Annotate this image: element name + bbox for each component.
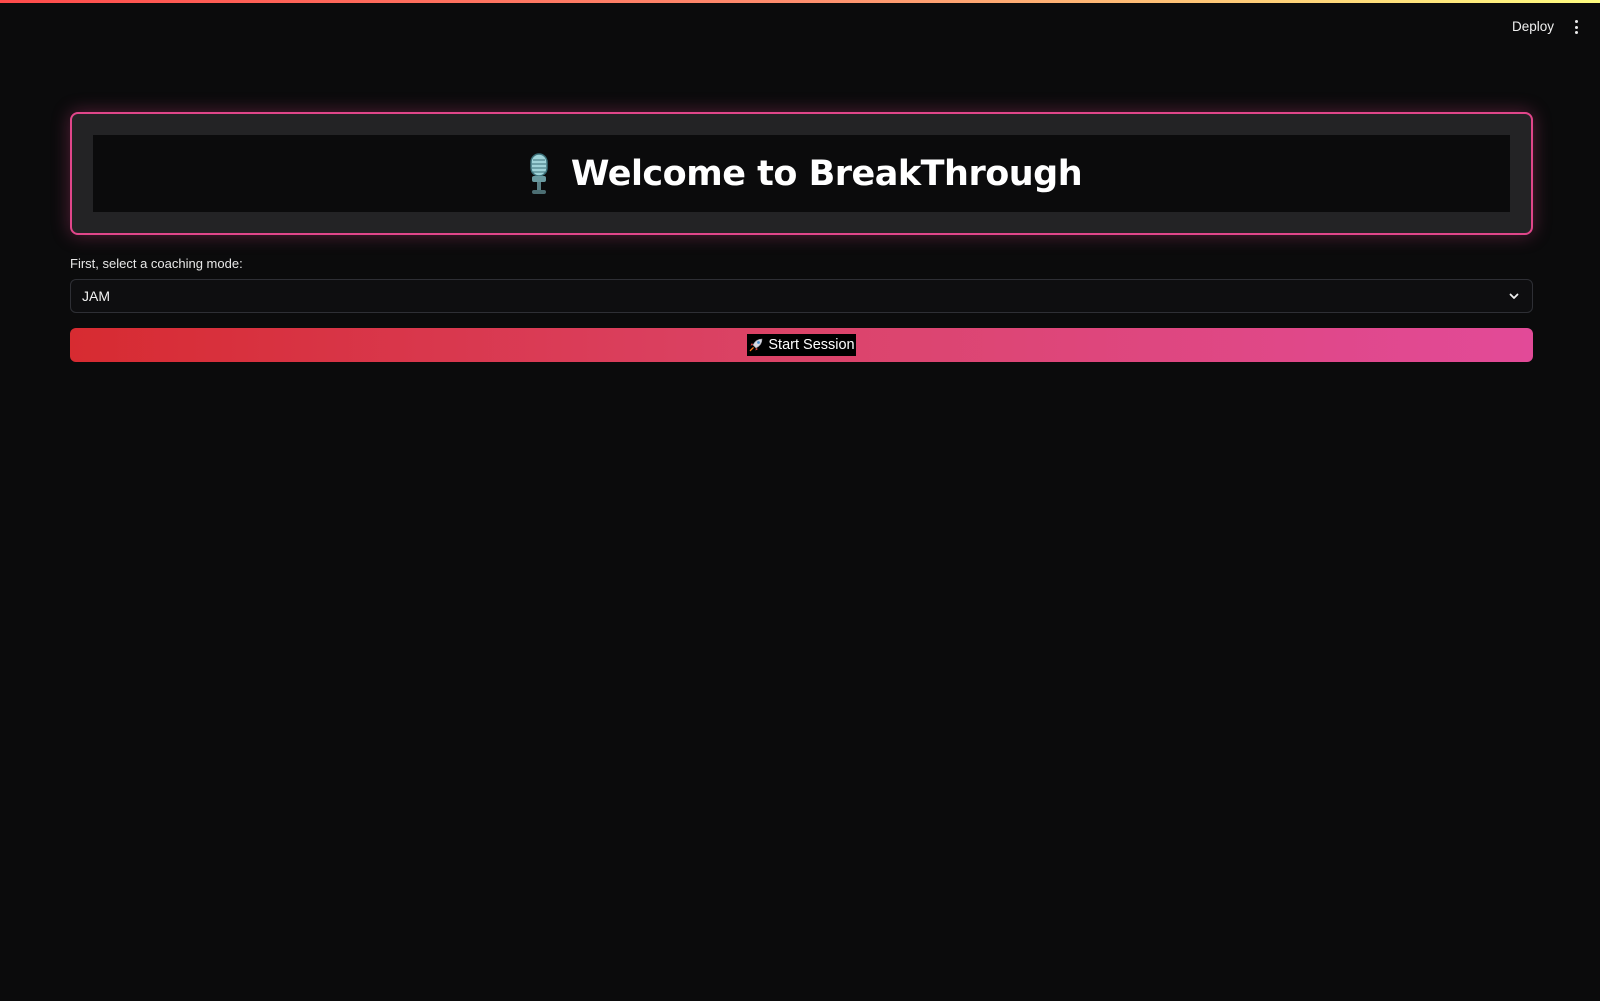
- start-session-button[interactable]: Start Session: [70, 328, 1533, 362]
- app-header: Deploy: [0, 0, 1600, 52]
- welcome-title: Welcome to BreakThrough: [570, 153, 1083, 194]
- coaching-mode-select[interactable]: JAM: [70, 279, 1533, 313]
- vertical-ellipsis-icon[interactable]: [1570, 16, 1582, 38]
- microphone-icon: [530, 152, 548, 194]
- rocket-icon: [749, 338, 763, 352]
- start-session-label-wrap: Start Session: [747, 334, 856, 356]
- coaching-mode-value: JAM: [82, 288, 110, 304]
- coaching-mode-label: First, select a coaching mode:: [70, 256, 243, 271]
- start-session-label: Start Session: [768, 337, 855, 353]
- welcome-banner: Welcome to BreakThrough: [70, 112, 1533, 235]
- deploy-button[interactable]: Deploy: [1504, 14, 1562, 40]
- welcome-banner-inner: Welcome to BreakThrough: [93, 135, 1510, 212]
- chevron-down-icon: [1509, 293, 1519, 299]
